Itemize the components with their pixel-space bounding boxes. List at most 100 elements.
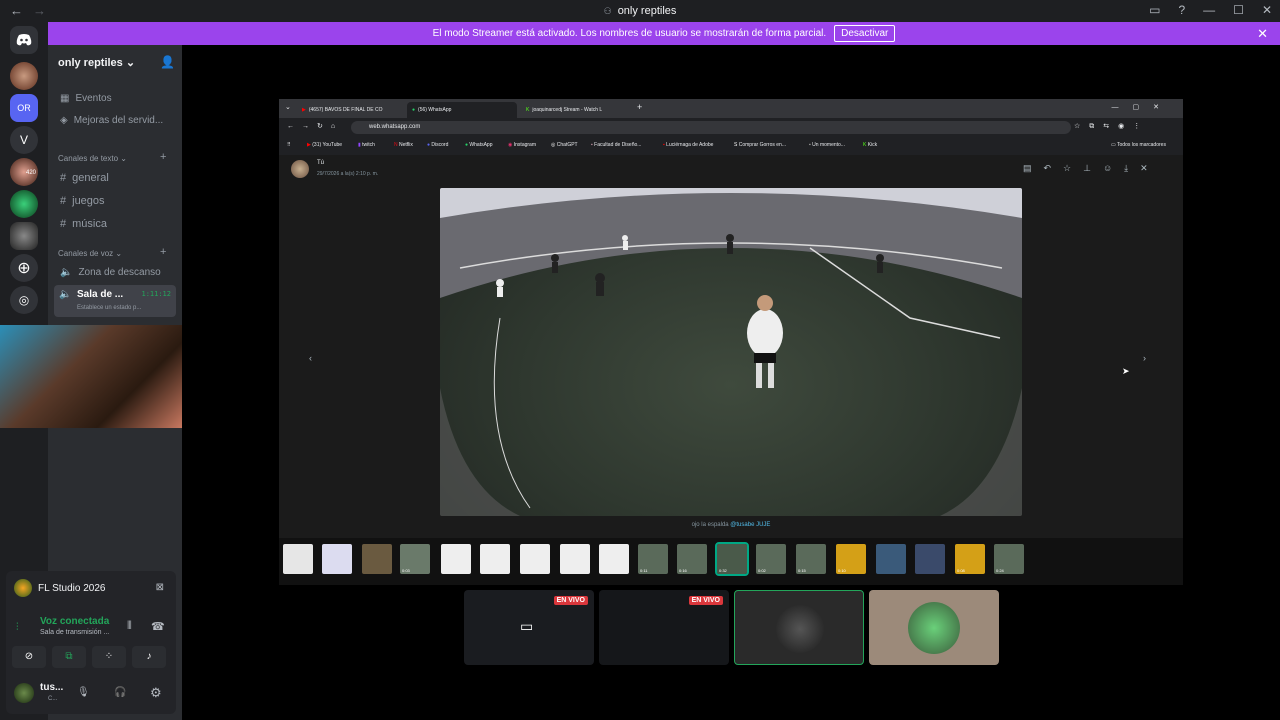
boost-icon: ◈ [60,115,68,126]
thumbnail-video[interactable]: 0:24 [994,544,1024,574]
thumbnail-image[interactable] [362,544,392,574]
tab-menu-icon[interactable]: ⌄ [285,103,291,111]
bookmark-gorros[interactable]: S Comprar Gorros en... [734,142,786,148]
thumbnail-image[interactable] [876,544,906,574]
thumbnail-doc[interactable] [322,544,352,574]
voice-category[interactable]: Canales de voz ⌄ [58,249,122,258]
username: tus... [40,682,64,693]
server-avatar[interactable] [10,62,38,90]
settings-gear-icon[interactable]: ⚙ [150,685,162,701]
add-text-channel-icon[interactable]: + [160,151,166,163]
activities-button[interactable]: ⁘ [92,646,126,668]
next-arrow-icon[interactable]: › [1143,353,1146,363]
viewer-action-icons[interactable]: ▤↶☆⊥☺⤓✕ [1023,163,1160,174]
thumbnail-duration: 0:02 [758,568,766,573]
thumbnail-image-placeholder[interactable]: 0:08 [955,544,985,574]
events-item[interactable]: ▦ Eventos [60,93,112,104]
server-or[interactable]: OR [10,94,38,122]
discord-home-icon[interactable] [10,26,38,54]
channel-juegos[interactable]: # juegos [60,195,105,207]
browser-extension-icons[interactable]: ☆⧉⇆◉⋮ [1074,122,1149,131]
bookmark-label: Netflix [399,142,413,148]
camera-toggle[interactable]: ⊘ [12,646,46,668]
close-button[interactable]: ✕ [1262,3,1272,17]
stream-tile-1[interactable]: EN VIVO ▭ [464,590,594,665]
server-v[interactable]: V [10,126,38,154]
thumbnail-video-selected[interactable]: 0:32 [715,542,749,576]
bookmark-facultad[interactable]: ▪ Facultad de Diseño... [591,142,641,148]
shared-browser-window: ⌄ ▶ (4657) BAVOS DE FINAL DE CO ● (56) Wha… [279,99,1183,585]
prev-arrow-icon[interactable]: ‹ [309,353,312,363]
thumbnail-image-placeholder[interactable]: 0:10 [836,544,866,574]
add-server-icon[interactable]: ⊕ [10,254,38,282]
stream-tile-4[interactable] [869,590,999,665]
channel-musica[interactable]: # música [60,218,107,230]
channel-general[interactable]: # general [60,172,109,184]
activity-row[interactable]: FL Studio 2026 [14,579,105,597]
close-icon[interactable]: ✕ [1257,26,1268,42]
stream-tile-3[interactable] [734,590,864,665]
stop-activity-icon[interactable]: ⊠ [156,582,164,593]
bookmarks-bar: ⠿ ▶ (31) YouTube ▮ twitch N Netflix ● Di… [279,137,1183,153]
new-tab-icon[interactable]: + [637,102,642,112]
inbox-icon[interactable]: ▭ [1149,3,1160,17]
voice-channel-name[interactable]: Sala de transmisión ... [40,629,109,636]
add-voice-channel-icon[interactable]: + [160,246,166,258]
address-bar[interactable]: web.whatsapp.com [351,121,1071,134]
thumbnail-video[interactable]: 0:16 [677,544,707,574]
channel-status: Establece un estado p... [77,305,142,311]
screen-share-button[interactable]: ⧉ [52,646,86,668]
server-gamer[interactable] [10,222,38,250]
thumbnail-doc[interactable] [599,544,629,574]
bookmark-momento[interactable]: ▪ Un momento... [809,142,845,148]
browser-nav-icons[interactable]: ←→↻⌂ [287,122,343,130]
deactivate-button[interactable]: Desactivar [834,25,896,42]
soundboard-button[interactable]: ♪ [132,646,166,668]
explore-icon[interactable]: ◎ [10,286,38,314]
bookmark-kick[interactable]: K Kick [863,142,877,148]
active-voice-channel[interactable]: 🔈 Sala de ... 1:11:12 Establece un estad… [54,285,176,317]
badge-count: 420 [26,170,37,176]
thumbnail-video[interactable]: 0:11 [638,544,668,574]
thumbnail-video[interactable]: 0:02 [756,544,786,574]
voice-status: Voz conectada [40,616,110,627]
bookmark-discord[interactable]: ● Discord [427,142,448,148]
stream-tile-2[interactable]: EN VIVO [599,590,729,665]
bookmark-adobe[interactable]: ▪ Luciérnaga de Adobe [663,142,713,148]
tab-kick[interactable]: Kjoaquinarcedj Stream - Watch L [521,102,631,118]
server-name[interactable]: only reptiles ⌄ [58,56,135,69]
minimize-button[interactable]: — [1203,3,1215,17]
thumbnail-doc[interactable] [283,544,313,574]
server-reptile[interactable] [10,190,38,218]
soundboard-icon[interactable]: ⦀ [127,620,132,633]
add-user-icon[interactable]: 👤 [160,55,175,69]
voice-channel-lounge[interactable]: 🔈 Zona de descanso [60,267,161,278]
user-avatar[interactable] [14,683,34,703]
tab-whatsapp[interactable]: ● (56) WhatsApp [407,102,517,118]
thumbnail-doc[interactable] [480,544,510,574]
tab-youtube[interactable]: ▶ (4657) BAVOS DE FINAL DE CO [297,102,407,118]
disconnect-icon[interactable]: ☎ [151,620,165,633]
active-channel-name: Sala de ... [77,289,124,300]
mic-icon[interactable]: 🎙 [77,687,90,698]
caption-mention[interactable]: @tusabe JUJE [730,522,770,528]
bookmark-youtube[interactable]: ▶ (31) YouTube [307,142,342,148]
bookmark-instagram[interactable]: ◉ Instagram [508,142,536,148]
thumbnail-doc[interactable] [560,544,590,574]
thumbnail-doc[interactable] [520,544,550,574]
bookmark-chatgpt[interactable]: ◎ ChatGPT [551,142,578,148]
boosts-item[interactable]: ◈ Mejoras del servid... [60,115,163,126]
all-bookmarks[interactable]: ▭ Todos los marcadores [1111,142,1166,148]
bookmark-netflix[interactable]: N Netflix [394,142,413,148]
text-category[interactable]: Canales de texto ⌄ [58,154,127,163]
thumbnail-video[interactable]: 0:03 [400,544,430,574]
thumbnail-video[interactable]: 0:15 [796,544,826,574]
apps-icon[interactable]: ⠿ [287,142,291,148]
headphones-icon[interactable]: 🎧 [114,687,126,698]
bookmark-whatsapp[interactable]: ● WhatsApp [465,142,493,148]
maximize-button[interactable]: ☐ [1233,3,1244,17]
help-icon[interactable]: ? [1178,3,1185,17]
bookmark-twitch[interactable]: ▮ twitch [358,142,375,148]
thumbnail-doc[interactable] [441,544,471,574]
thumbnail-image[interactable] [915,544,945,574]
